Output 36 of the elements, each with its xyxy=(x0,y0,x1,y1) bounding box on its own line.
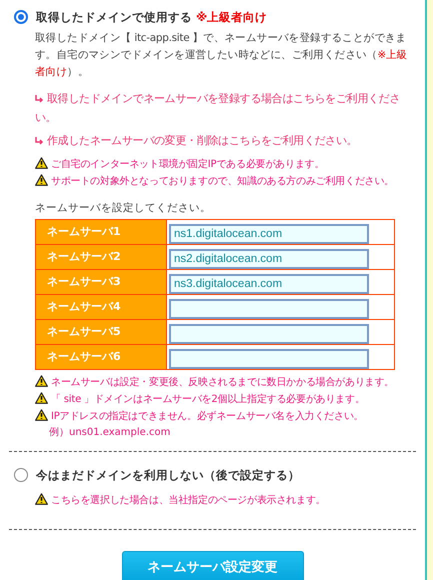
row-label: ネームサーバ4 xyxy=(36,294,166,320)
help-link[interactable]: 作成したネームサーバの変更・削除はこちらをご利用ください。 xyxy=(35,131,411,150)
radio-button[interactable] xyxy=(14,468,28,482)
row-label: ネームサーバ5 xyxy=(36,320,166,344)
warning-text: サポートの対象外となっておりますので、知識のある方のみご利用ください。 xyxy=(51,174,394,189)
nameserver-input[interactable] xyxy=(169,349,369,369)
warning-icon xyxy=(35,157,48,169)
description-text: 取得したドメイン【 itc-app.site 】で、ネームサーバを登録することができます。自宅のマシンでドメインを運営したい時などに、ご利用ください（※上級者向け）。 xyxy=(35,31,408,80)
warning-text: こちらを選択した場合は、当社指定のページが表示されます。 xyxy=(51,494,326,508)
warning-icon xyxy=(35,174,48,186)
warning-text: ご自宅のインターネット環境が固定IPである必要があります。 xyxy=(51,158,324,172)
radio-button[interactable] xyxy=(14,10,28,24)
warning-icon xyxy=(35,375,48,387)
nameserver-input[interactable] xyxy=(169,324,369,344)
warning-text: IPアドレスの指定はできません。必ずネームサーバ名を入力ください。 xyxy=(51,410,364,424)
warning-icon xyxy=(35,392,48,404)
nameserver-input[interactable] xyxy=(169,299,369,319)
arrow-icon xyxy=(35,136,44,145)
warning-icon xyxy=(35,493,48,505)
row-label: ネームサーバ6 xyxy=(36,344,166,370)
help-link[interactable]: 取得したドメインでネームサーバを登録する場合はこちらをご利用ください。 xyxy=(35,89,411,127)
row-label: ネームサーバ3 xyxy=(36,270,166,294)
option-label[interactable]: 取得したドメインで使用する ※上級者向け xyxy=(36,8,268,26)
arrow-icon xyxy=(35,94,44,103)
nameserver-input[interactable]: ns2.digitalocean.com xyxy=(169,249,369,269)
warning-icon xyxy=(35,409,48,421)
example-text: 例）uns01.example.com xyxy=(48,426,172,440)
warning-text: 「 site 」ドメインはネームサーバを2個以上指定する必要があります。 xyxy=(51,392,365,407)
warning-text: ネームサーバは設定・変更後、反映されるまでに数日かかる場合があります。 xyxy=(51,376,394,390)
submit-button[interactable]: ネームサーバ設定変更 xyxy=(122,551,304,580)
prompt-text: ネームサーバを設定してください。 xyxy=(35,201,212,216)
row-label: ネームサーバ1 xyxy=(36,220,166,244)
option-label[interactable]: 今はまだドメインを利用しない（後で設定する） xyxy=(36,466,300,484)
nameserver-input[interactable]: ns3.digitalocean.com xyxy=(169,274,369,294)
row-label: ネームサーバ2 xyxy=(36,244,166,270)
nameserver-input[interactable]: ns1.digitalocean.com xyxy=(169,224,369,244)
